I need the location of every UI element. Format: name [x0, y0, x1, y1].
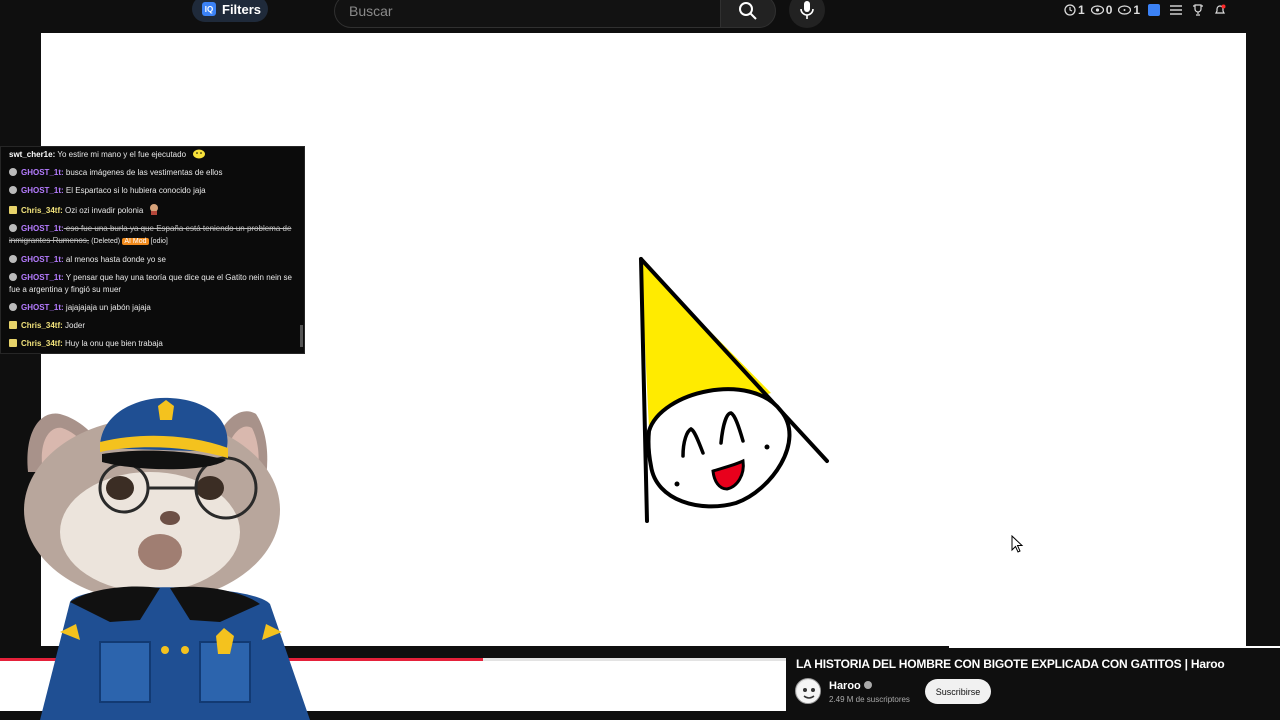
chat-message-deleted: GHOST_1t: eso fue una burla ya que Españ…	[9, 224, 292, 245]
chat-text: busca imágenes de las vestimentas de ell…	[63, 168, 223, 177]
clock-icon	[1064, 4, 1076, 16]
chat-username[interactable]: GHOST_1t	[21, 186, 61, 195]
trophy-button[interactable]	[1190, 2, 1206, 18]
chat-username[interactable]: Chris_34tf	[21, 321, 60, 330]
voice-search-button[interactable]	[789, 0, 825, 28]
trophy-icon	[1193, 4, 1204, 16]
channel-logo-icon	[797, 680, 820, 703]
moderator-badge-icon	[9, 168, 17, 176]
channel-avatar[interactable]	[795, 678, 821, 704]
video-info-card: LA HISTORIA DEL HOMBRE CON BIGOTE EXPLIC…	[786, 646, 1280, 720]
top-bar: IQ Filters 1 0 1	[0, 0, 1280, 33]
subscriber-badge-icon	[9, 206, 17, 214]
gnome-drawing	[639, 257, 829, 523]
moderator-badge-icon	[9, 303, 17, 311]
filters-button[interactable]: IQ Filters	[192, 0, 268, 22]
channel-name-text[interactable]: Haroo	[829, 680, 861, 692]
iq-extension-button[interactable]	[1146, 2, 1162, 18]
mouse-cursor-icon	[1011, 535, 1024, 553]
channel-name[interactable]: Haroo	[829, 680, 872, 692]
chat-message: GHOST_1t: busca imágenes de las vestimen…	[9, 167, 296, 179]
chat-username[interactable]: GHOST_1t	[21, 168, 61, 177]
moderator-badge-icon	[9, 186, 17, 194]
extension-toolbar: 1 0 1	[1064, 1, 1228, 19]
search-button[interactable]	[720, 0, 776, 28]
subscriber-badge-icon	[9, 321, 17, 329]
emote-icon	[149, 204, 158, 215]
chat-message: GHOST_1t: al menos hasta donde yo se	[9, 254, 296, 266]
moderator-badge-icon	[9, 224, 17, 232]
notifications-button[interactable]	[1212, 2, 1228, 18]
menu-icon	[1170, 5, 1183, 15]
search-field[interactable]	[334, 0, 720, 28]
emote-icon	[193, 149, 206, 159]
chat-username[interactable]: Chris_34tf	[21, 339, 60, 348]
stat-views: 0	[1090, 3, 1113, 17]
moderator-badge-icon	[9, 255, 17, 263]
iq-logo-icon: IQ	[202, 2, 216, 16]
iq-extension-icon	[1148, 4, 1161, 16]
chat-text: El Espartaco si lo hubiera conocido jaja	[63, 186, 206, 195]
chat-scrollbar[interactable]	[300, 325, 303, 347]
search-input[interactable]	[349, 3, 720, 19]
chat-message: GHOST_1t: El Espartaco si lo hubiera con…	[9, 185, 296, 197]
verified-badge-icon	[863, 681, 872, 689]
chat-message: GHOST_1t: jajajajaja un jabón jajaja	[9, 302, 296, 314]
chat-message: Chris_34tf: Huy la onu que bien trabaja	[9, 338, 296, 350]
stat-value: 0	[1105, 3, 1113, 17]
stat-viewers: 1	[1118, 3, 1140, 17]
subscribe-button[interactable]: Suscribirse	[925, 679, 991, 704]
eye-icon	[1090, 5, 1104, 15]
chat-username[interactable]: Chris_34tf	[21, 206, 60, 215]
video-title[interactable]: LA HISTORIA DEL HOMBRE CON BIGOTE EXPLIC…	[796, 657, 1225, 671]
ai-mod-badge: AI Mod	[122, 238, 149, 245]
stat-value: 1	[1078, 3, 1085, 17]
menu-button[interactable]	[1168, 2, 1184, 18]
chat-text: Joder	[62, 321, 86, 330]
chat-message: swt_cher1e: Yo estire mi mano y el fue e…	[9, 149, 296, 161]
chat-text: Ozi ozi invadir polonia	[62, 206, 144, 215]
chat-panel[interactable]: swt_cher1e: Yo estire mi mano y el fue e…	[0, 146, 305, 354]
chat-message: Chris_34tf: Joder	[9, 320, 296, 332]
indicator-dot	[0, 684, 4, 688]
filters-label: Filters	[222, 1, 262, 17]
chat-username[interactable]: GHOST_1t	[21, 303, 61, 312]
police-cat-overlay	[24, 397, 310, 720]
chat-username[interactable]: GHOST_1t	[21, 224, 61, 233]
subscriber-badge-icon	[9, 339, 17, 347]
bell-icon	[1215, 4, 1226, 14]
search-icon	[739, 2, 757, 20]
subscriber-count: 2.49 M de suscriptores	[829, 695, 910, 704]
eye-outline-icon	[1118, 5, 1132, 15]
chat-text: Huy la onu que bien trabaja	[62, 339, 163, 348]
chat-username[interactable]: swt_cher1e	[9, 150, 53, 159]
moderation-reason: [odio]	[150, 238, 168, 245]
chat-username[interactable]: GHOST_1t	[21, 255, 61, 264]
chat-text: jajajajaja un jabón jajaja	[63, 303, 151, 312]
moderator-badge-icon	[9, 273, 17, 281]
stat-clock: 1	[1064, 3, 1085, 17]
chat-message: Chris_34tf: Ozi ozi invadir polonia	[9, 203, 296, 217]
deleted-tag: (Deleted)	[91, 238, 121, 245]
chat-text: al menos hasta donde yo se	[63, 255, 166, 264]
chat-text: Yo estire mi mano y el fue ejecutado	[55, 150, 187, 159]
microphone-icon	[800, 1, 814, 19]
chat-username[interactable]: GHOST_1t	[21, 273, 61, 282]
chat-message: GHOST_1t: Y pensar que hay una teoría qu…	[9, 273, 293, 294]
stat-value: 1	[1133, 3, 1141, 17]
